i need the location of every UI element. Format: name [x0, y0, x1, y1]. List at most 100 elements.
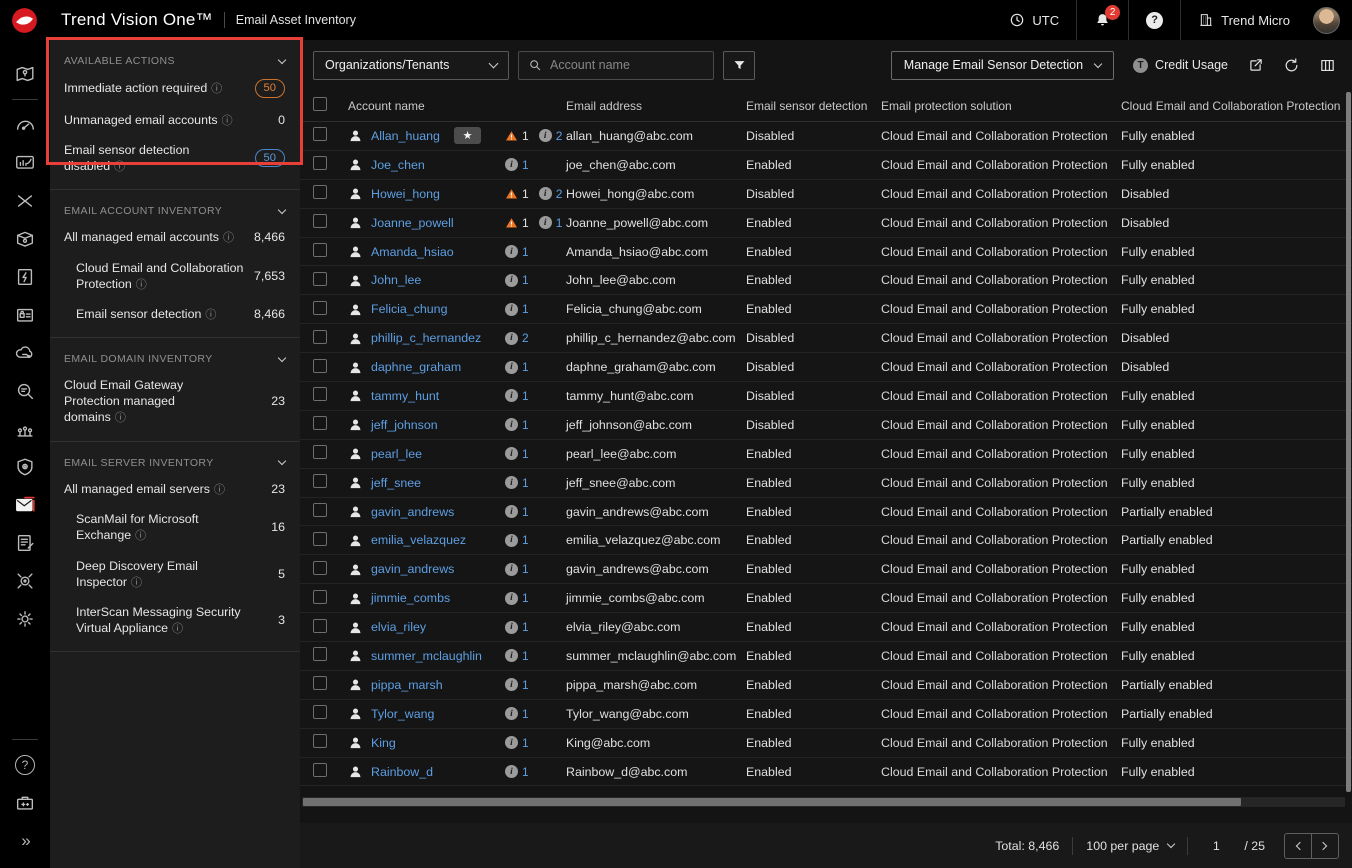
sidebar-item[interactable]: InterScan Messaging Security Virtual App…: [50, 597, 300, 643]
rail-item-ai-security[interactable]: [0, 334, 50, 372]
rail-item-reports[interactable]: [0, 144, 50, 182]
trend-micro-logo-icon[interactable]: [11, 7, 38, 34]
sidebar-section-header[interactable]: AVAILABLE ACTIONS: [50, 40, 300, 72]
horizontal-scrollbar[interactable]: [302, 797, 1345, 807]
info-count[interactable]: i1: [505, 620, 529, 634]
account-name-link[interactable]: jimmie_combs: [371, 591, 450, 605]
account-name-link[interactable]: jeff_johnson: [371, 418, 438, 432]
rail-item-toolbox[interactable]: [0, 784, 50, 822]
row-checkbox[interactable]: [313, 272, 327, 286]
org-tenant-filter[interactable]: Organizations/Tenants: [313, 51, 509, 80]
starred-badge[interactable]: ★: [454, 127, 481, 144]
row-checkbox[interactable]: [313, 301, 327, 315]
account-name-link[interactable]: elvia_riley: [371, 620, 426, 634]
info-count[interactable]: i1: [505, 678, 529, 692]
row-checkbox[interactable]: [313, 359, 327, 373]
column-header-email-sensor-detection[interactable]: Email sensor detection: [746, 99, 881, 113]
rail-item-administration[interactable]: [0, 600, 50, 638]
account-name-link[interactable]: John_lee: [371, 273, 421, 287]
info-count[interactable]: i1: [505, 302, 529, 316]
horizontal-scrollbar-thumb[interactable]: [303, 798, 1241, 806]
info-count[interactable]: i1: [505, 591, 529, 605]
next-page-button[interactable]: [1311, 833, 1339, 859]
info-count[interactable]: i1: [505, 418, 529, 432]
account-name-link[interactable]: Tylor_wang: [371, 707, 434, 721]
info-count[interactable]: i1: [505, 389, 529, 403]
info-count[interactable]: i1: [505, 273, 529, 287]
info-count[interactable]: i1: [505, 765, 529, 779]
tenant-selector[interactable]: Trend Micro: [1181, 0, 1307, 40]
row-checkbox[interactable]: [313, 763, 327, 777]
rail-item-threat-hunting[interactable]: [0, 562, 50, 600]
sidebar-section-header[interactable]: EMAIL DOMAIN INVENTORY: [50, 338, 300, 370]
account-name-link[interactable]: gavin_andrews: [371, 505, 454, 519]
account-name-link[interactable]: gavin_andrews: [371, 562, 454, 576]
row-checkbox[interactable]: [313, 503, 327, 517]
rail-item-attack-surface[interactable]: [0, 55, 50, 93]
sidebar-item[interactable]: All managed email serversⓘ23: [50, 474, 300, 504]
filter-button[interactable]: [723, 51, 755, 80]
sidebar-item[interactable]: Email sensor detectionⓘ8,466: [50, 299, 300, 329]
info-count[interactable]: i1: [505, 245, 529, 259]
account-name-link[interactable]: jeff_snee: [371, 476, 421, 490]
info-count[interactable]: i1: [505, 158, 529, 172]
rail-item-network[interactable]: [0, 410, 50, 448]
search-input[interactable]: [550, 58, 711, 72]
column-header-cloud-email-protection[interactable]: Cloud Email and Collaboration Protection: [1121, 99, 1352, 113]
row-checkbox[interactable]: [313, 561, 327, 575]
info-count[interactable]: i1: [505, 360, 529, 374]
rail-item-search[interactable]: [0, 372, 50, 410]
rail-item-xdr[interactable]: [0, 182, 50, 220]
account-name-link[interactable]: Allan_huang: [371, 129, 440, 143]
account-name-link[interactable]: phillip_c_hernandez: [371, 331, 481, 345]
user-avatar[interactable]: [1313, 7, 1340, 34]
help-button[interactable]: ?: [1129, 0, 1180, 40]
rail-item-email[interactable]: [0, 486, 50, 524]
sidebar-item[interactable]: Deep Discovery Email Inspectorⓘ5: [50, 551, 300, 597]
rail-item-collapse[interactable]: »: [0, 822, 50, 860]
row-checkbox[interactable]: [313, 474, 327, 488]
info-count[interactable]: i1: [505, 505, 529, 519]
row-checkbox[interactable]: [313, 590, 327, 604]
previous-page-button[interactable]: [1284, 833, 1312, 859]
vertical-scrollbar[interactable]: [1346, 92, 1351, 792]
notifications-button[interactable]: 2: [1077, 0, 1128, 40]
per-page-selector[interactable]: 100 per page: [1086, 839, 1174, 853]
info-count[interactable]: i1: [505, 649, 529, 663]
sidebar-section-header[interactable]: EMAIL SERVER INVENTORY: [50, 442, 300, 474]
account-name-link[interactable]: tammy_hunt: [371, 389, 439, 403]
sidebar-item[interactable]: ScanMail for Microsoft Exchangeⓘ16: [50, 504, 300, 550]
account-name-link[interactable]: summer_mclaughlin: [371, 649, 482, 663]
rail-item-zero-trust[interactable]: [0, 448, 50, 486]
warning-count[interactable]: 1: [505, 129, 529, 143]
row-checkbox[interactable]: [313, 156, 327, 170]
column-settings-button[interactable]: [1319, 57, 1336, 74]
export-button[interactable]: [1247, 57, 1264, 74]
info-count[interactable]: i1: [505, 476, 529, 490]
account-name-link[interactable]: Howei_hong: [371, 187, 440, 201]
info-count[interactable]: i1: [505, 562, 529, 576]
rail-item-playbooks[interactable]: [0, 258, 50, 296]
sidebar-item[interactable]: All managed email accountsⓘ8,466: [50, 222, 300, 252]
column-header-account-name[interactable]: Account name: [348, 90, 566, 121]
current-page-input[interactable]: 1: [1201, 839, 1231, 853]
account-name-link[interactable]: Rainbow_d: [371, 765, 433, 779]
info-count[interactable]: i1: [505, 736, 529, 750]
sidebar-section-header[interactable]: EMAIL ACCOUNT INVENTORY: [50, 190, 300, 222]
account-name-link[interactable]: emilia_velazquez: [371, 533, 466, 547]
warning-count[interactable]: 1: [505, 187, 529, 201]
account-name-link[interactable]: Felicia_chung: [371, 302, 447, 316]
sidebar-item[interactable]: Unmanaged email accountsⓘ0: [50, 105, 300, 135]
account-name-link[interactable]: Joe_chen: [371, 158, 425, 172]
row-checkbox[interactable]: [313, 676, 327, 690]
column-header-email-protection-solution[interactable]: Email protection solution: [881, 99, 1121, 113]
rail-item-mobile[interactable]: [0, 524, 50, 562]
sidebar-item[interactable]: Cloud Email Gateway Protection managed d…: [50, 370, 300, 433]
info-count[interactable]: i2: [539, 129, 563, 143]
rail-item-dashboard[interactable]: [0, 106, 50, 144]
info-count[interactable]: i2: [539, 187, 563, 201]
credit-usage-button[interactable]: T Credit Usage: [1133, 58, 1228, 73]
row-checkbox[interactable]: [313, 705, 327, 719]
select-all-checkbox[interactable]: [313, 97, 327, 111]
row-checkbox[interactable]: [313, 330, 327, 344]
